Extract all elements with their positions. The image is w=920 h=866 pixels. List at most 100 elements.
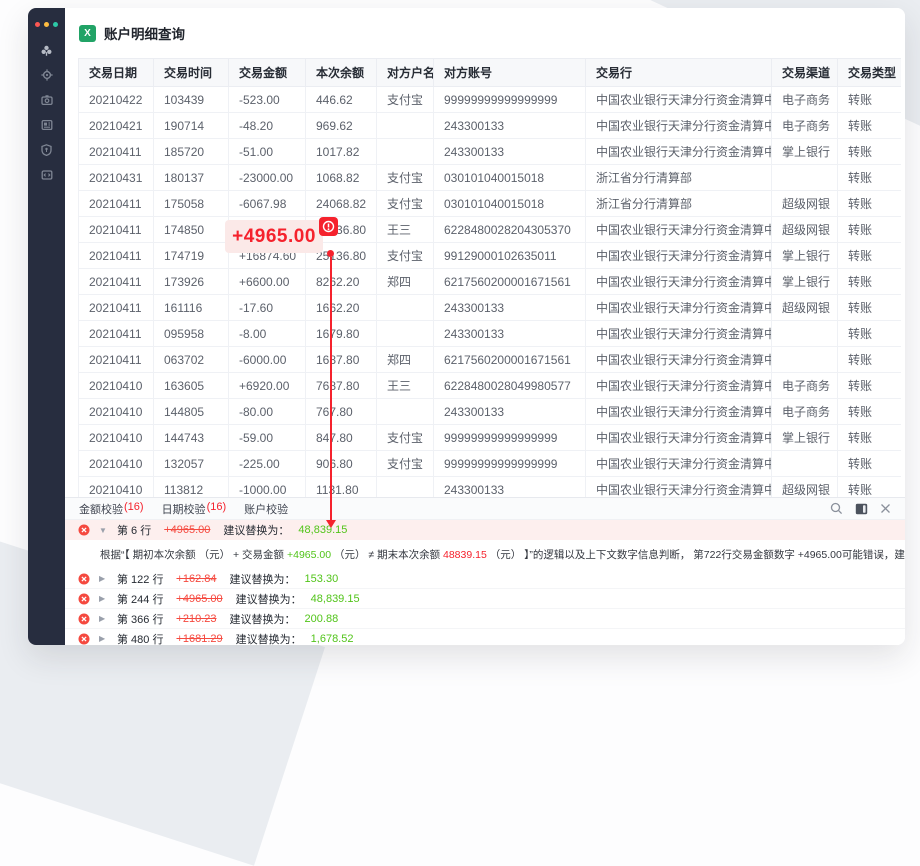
expand-caret-icon[interactable]: ▶ — [99, 574, 108, 583]
error-row-480[interactable]: ▶ 第 480 行 +1681.29 建议替换为： 1,678.52 — [65, 629, 905, 645]
cell-party-account: 99999999999999999 — [434, 87, 586, 113]
shield-icon[interactable] — [40, 143, 54, 157]
error-row-label: 第 366 行 — [117, 611, 163, 627]
cell-balance: 1679.80 — [306, 321, 377, 347]
table-row[interactable]: 20210410144805-80.00767.80243300133中国农业银… — [79, 399, 902, 425]
highlighted-amount-popup[interactable]: +4965.00 — [225, 220, 323, 253]
cell-channel: 掌上银行 — [772, 139, 838, 165]
table-row[interactable]: 20210411161116-17.601662.20243300133中国农业… — [79, 295, 902, 321]
suggest-label: 建议替换为： — [236, 591, 302, 607]
table-row[interactable]: 20210431180137-23000.001068.82支付宝0301010… — [79, 165, 902, 191]
cell-time: 180137 — [154, 165, 229, 191]
camera-icon[interactable] — [40, 93, 54, 107]
expand-caret-icon[interactable]: ▶ — [99, 594, 108, 603]
cell-type: 转账 — [838, 269, 902, 295]
app-logo-icon[interactable] — [40, 43, 54, 57]
error-row-244[interactable]: ▶ 第 244 行 +4965.00 建议替换为： 48,839.15 — [65, 589, 905, 609]
cell-time: 185720 — [154, 139, 229, 165]
table-row[interactable]: 20210411063702-6000.001687.80郑四621756020… — [79, 347, 902, 373]
settings-gear-icon[interactable] — [40, 68, 54, 82]
table-row[interactable]: 20210411095958-8.001679.80243300133中国农业银… — [79, 321, 902, 347]
cell-party-name: 支付宝 — [377, 425, 434, 451]
tab-amount-check[interactable]: 金额校验 (16) — [79, 501, 144, 517]
table-row[interactable]: 20210411174719+16874.6025136.80支付宝991290… — [79, 243, 902, 269]
storage-icon[interactable] — [40, 168, 54, 182]
error-row-6[interactable]: ▼ 第 6 行 +4965.00 建议替换为： 48,839.15 — [65, 520, 905, 540]
cell-time: 174850 — [154, 217, 229, 243]
table-row[interactable]: 20210410132057-225.00906.80支付宝9999999999… — [79, 451, 902, 477]
cell-party-name: 郑四 — [377, 347, 434, 373]
cell-type: 转账 — [838, 243, 902, 269]
tab-account-check[interactable]: 账户校验 — [244, 501, 288, 517]
error-new-value: 48,839.15 — [298, 524, 347, 536]
column-header-bank: 交易行 — [586, 59, 772, 87]
cell-party-account: 6228480028049980577 — [434, 373, 586, 399]
cell-date: 20210431 — [79, 165, 154, 191]
cell-bank: 中国农业银行天津分行资金清算中心 — [586, 451, 772, 477]
cell-channel — [772, 451, 838, 477]
book-icon[interactable] — [40, 118, 54, 132]
window-traffic-lights[interactable] — [35, 22, 58, 27]
table-row[interactable]: 20210411185720-51.001017.82243300133中国农业… — [79, 139, 902, 165]
error-row-label: 第 6 行 — [117, 522, 151, 538]
table-row[interactable]: 20210422103439-523.00446.62支付宝9999999999… — [79, 87, 902, 113]
cell-date: 20210411 — [79, 139, 154, 165]
cell-amount: -80.00 — [229, 399, 306, 425]
cell-type: 转账 — [838, 217, 902, 243]
cell-balance: 847.80 — [306, 425, 377, 451]
cell-party-account: 243300133 — [434, 139, 586, 165]
main-area: X 账户明细查询 交易日期交易时间交易金额本次余额对方户名对方账号交易行交易渠道… — [65, 8, 905, 645]
cell-party-name — [377, 321, 434, 347]
expand-caret-icon[interactable]: ▶ — [99, 634, 108, 643]
cell-type: 转账 — [838, 87, 902, 113]
error-new-value: 48,839.15 — [311, 593, 360, 605]
detail-balance-value: 48839.15 — [443, 549, 487, 561]
table-row[interactable]: 20210410144743-59.00847.80支付宝99999999999… — [79, 425, 902, 451]
cell-date: 20210421 — [79, 113, 154, 139]
zoom-dot[interactable] — [53, 22, 58, 27]
suggest-label: 建议替换为： — [236, 631, 302, 646]
cell-type: 转账 — [838, 113, 902, 139]
excel-file-icon: X — [79, 25, 96, 42]
expand-caret-icon[interactable]: ▶ — [99, 614, 108, 623]
table-row[interactable]: 20210411175058-6067.9824068.82支付宝0301010… — [79, 191, 902, 217]
cell-time: 190714 — [154, 113, 229, 139]
cell-party-name — [377, 399, 434, 425]
cell-party-name: 支付宝 — [377, 243, 434, 269]
cell-balance: 969.62 — [306, 113, 377, 139]
cell-time: 103439 — [154, 87, 229, 113]
cell-party-account: 99999999999999999 — [434, 451, 586, 477]
table-row[interactable]: 20210411174850+4965.0030136.80王三62284800… — [79, 217, 902, 243]
cell-bank: 中国农业银行天津分行资金清算中心 — [586, 295, 772, 321]
table-header-row: 交易日期交易时间交易金额本次余额对方户名对方账号交易行交易渠道交易类型 — [79, 59, 902, 87]
close-icon[interactable] — [880, 503, 891, 514]
exclamation-circle-icon[interactable] — [319, 217, 338, 236]
error-circle-icon — [78, 633, 90, 645]
cell-bank: 中国农业银行天津分行资金清算中心 — [586, 269, 772, 295]
error-row-label: 第 480 行 — [117, 631, 163, 646]
error-row-122[interactable]: ▶ 第 122 行 +162.84 建议替换为： 153.30 — [65, 569, 905, 589]
cell-balance: 1017.82 — [306, 139, 377, 165]
close-dot[interactable] — [35, 22, 40, 27]
minimize-dot[interactable] — [44, 22, 49, 27]
cell-channel: 掌上银行 — [772, 243, 838, 269]
table-row[interactable]: 20210411173926+6600.008262.20郑四621756020… — [79, 269, 902, 295]
cell-amount: -8.00 — [229, 321, 306, 347]
collapse-caret-icon[interactable]: ▼ — [99, 526, 108, 535]
cell-balance: 1687.80 — [306, 347, 377, 373]
error-old-value: +4965.00 — [176, 593, 222, 605]
table-row[interactable]: 20210410163605+6920.007687.80王三622848002… — [79, 373, 902, 399]
error-new-value: 153.30 — [305, 573, 339, 585]
cell-date: 20210410 — [79, 425, 154, 451]
error-detail-text: 根据“【 期初本次余额 （元） + 交易金额 +4965.00 （元） ≠ 期末… — [65, 540, 905, 569]
cell-party-name: 支付宝 — [377, 451, 434, 477]
error-row-366[interactable]: ▶ 第 366 行 +210.23 建议替换为： 200.88 — [65, 609, 905, 629]
cell-balance: 906.80 — [306, 451, 377, 477]
search-icon[interactable] — [830, 502, 843, 515]
cell-bank: 中国农业银行天津分行资金清算中心 — [586, 399, 772, 425]
table-row[interactable]: 20210421190714-48.20969.62243300133中国农业银… — [79, 113, 902, 139]
tab-date-check[interactable]: 日期校验 (16) — [162, 501, 227, 517]
panel-toggle-icon[interactable] — [855, 503, 868, 515]
error-old-value: +162.84 — [176, 573, 216, 585]
cell-date: 20210411 — [79, 243, 154, 269]
